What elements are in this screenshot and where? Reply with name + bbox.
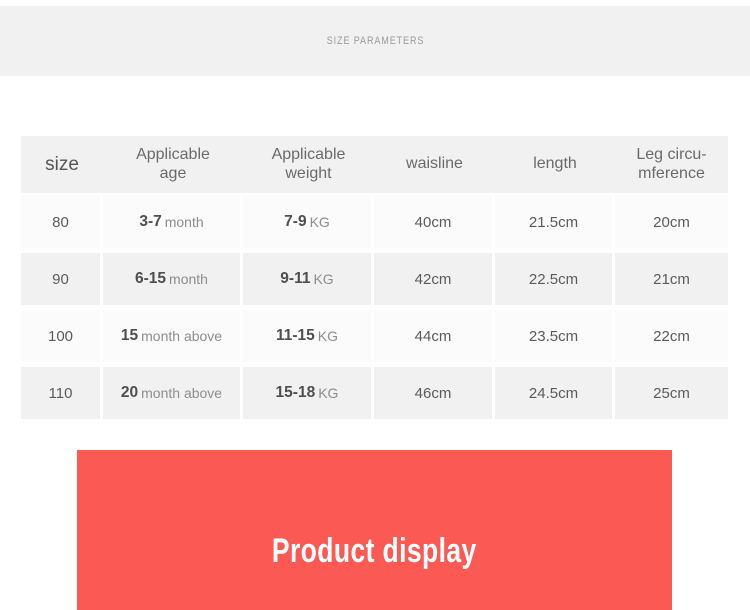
cell-waisline: 46cm — [374, 367, 495, 419]
cell-length: 22.5cm — [495, 253, 615, 305]
cell-waisline-value: 46cm — [414, 384, 452, 402]
cell-age-unit: month above — [141, 385, 223, 401]
product-display-banner: Product display — [77, 450, 672, 610]
cell-waisline: 44cm — [374, 310, 495, 362]
header-line-2: mference — [638, 164, 705, 182]
cell-applicable-weight: 11-15 KG — [243, 310, 374, 362]
table-header-applicable-age: Applicable age — [103, 136, 243, 193]
cell-length: 21.5cm — [495, 196, 615, 248]
table-header-row: size Applicable age Applicable weight wa… — [21, 136, 728, 193]
cell-applicable-age: 15 month above — [103, 310, 243, 362]
cell-applicable-weight: 9-11 KG — [243, 253, 374, 305]
cell-age-unit: month — [164, 214, 204, 230]
cell-age-number: 15 — [120, 327, 139, 344]
cell-length: 23.5cm — [495, 310, 615, 362]
cell-waisline: 42cm — [374, 253, 495, 305]
table-header-length-label: length — [533, 155, 577, 173]
size-parameters-banner: SIZE PARAMETERS — [0, 6, 750, 76]
cell-weight-number: 9-11 — [280, 270, 311, 287]
cell-weight-unit: KG — [318, 385, 339, 401]
table-header-size: size — [21, 136, 103, 193]
cell-weight-unit: KG — [309, 214, 330, 230]
cell-leg-circumference: 21cm — [615, 253, 728, 305]
cell-length-value: 22.5cm — [528, 270, 579, 288]
cell-weight-unit: KG — [313, 271, 334, 287]
cell-applicable-weight: 7-9 KG — [243, 196, 374, 248]
cell-age-unit: month above — [141, 328, 223, 344]
cell-weight-number: 15-18 — [275, 384, 316, 401]
cell-length-value: 23.5cm — [528, 327, 579, 345]
header-line-2: weight — [285, 164, 332, 182]
header-line-1: Applicable — [271, 146, 346, 164]
cell-waisline-value: 44cm — [414, 327, 452, 345]
cell-waisline: 40cm — [374, 196, 495, 248]
table-header-applicable-age-label: Applicable age — [136, 146, 210, 183]
table-row: 100 15 month above 11-15 KG 44cm 23.5cm — [21, 310, 728, 362]
cell-leg-circumference: 20cm — [615, 196, 728, 248]
table-header-leg-circumference: Leg circu- mference — [615, 136, 728, 193]
cell-size: 100 — [21, 310, 103, 362]
cell-weight-unit: KG — [317, 328, 339, 344]
section-title: SIZE PARAMETERS — [326, 35, 424, 47]
cell-size-value: 80 — [52, 213, 69, 231]
table-header-waisline: waisline — [374, 136, 495, 193]
product-display-title: Product display — [272, 531, 477, 570]
cell-weight-number: 7-9 — [284, 213, 307, 230]
cell-length-value: 24.5cm — [528, 384, 579, 402]
cell-size-value: 110 — [48, 384, 73, 402]
table-header-leg-circumference-label: Leg circu- mference — [636, 146, 706, 183]
table-header-length: length — [495, 136, 615, 193]
table-header-applicable-weight: Applicable weight — [243, 136, 374, 193]
header-line-1: Leg circu- — [636, 146, 707, 164]
size-parameters-table: size Applicable age Applicable weight wa… — [21, 136, 728, 419]
cell-leg-value: 21cm — [653, 270, 690, 288]
cell-leg-circumference: 22cm — [615, 310, 728, 362]
cell-age-unit: month — [169, 271, 208, 287]
cell-applicable-age: 3-7 month — [103, 196, 243, 248]
cell-length: 24.5cm — [495, 367, 615, 419]
table-row: 90 6-15 month 9-11 KG 42cm 22.5cm 21cm — [21, 253, 728, 305]
cell-size: 80 — [21, 196, 103, 248]
cell-applicable-age: 6-15 month — [103, 253, 243, 305]
cell-waisline-value: 40cm — [414, 213, 452, 231]
cell-leg-value: 25cm — [653, 384, 690, 402]
cell-age-number: 3-7 — [139, 213, 162, 230]
cell-size: 90 — [21, 253, 103, 305]
cell-age-number: 20 — [120, 384, 139, 401]
product-detail-page: SIZE PARAMETERS size Applicable age Appl… — [0, 0, 750, 610]
cell-applicable-age: 20 month above — [103, 367, 243, 419]
header-line-1: Applicable — [136, 146, 210, 164]
cell-leg-value: 22cm — [653, 327, 690, 345]
cell-leg-value: 20cm — [653, 213, 690, 231]
cell-applicable-weight: 15-18 KG — [243, 367, 374, 419]
cell-length-value: 21.5cm — [528, 213, 579, 231]
cell-size-value: 90 — [52, 270, 69, 288]
table-header-applicable-weight-label: Applicable weight — [272, 146, 346, 183]
header-line-2: age — [159, 164, 187, 182]
cell-leg-circumference: 25cm — [615, 367, 728, 419]
cell-age-number: 6-15 — [135, 270, 167, 287]
table-header-waisline-label: waisline — [406, 155, 463, 173]
table-header-size-label: size — [45, 153, 79, 175]
cell-waisline-value: 42cm — [414, 270, 452, 288]
cell-size-value: 100 — [47, 327, 74, 345]
table-row: 110 20 month above 15-18 KG 46cm 24.5cm — [21, 367, 728, 419]
table-row: 80 3-7 month 7-9 KG 40cm 21.5cm 20cm — [21, 196, 728, 248]
cell-size: 110 — [21, 367, 103, 419]
cell-weight-number: 11-15 — [275, 327, 315, 344]
